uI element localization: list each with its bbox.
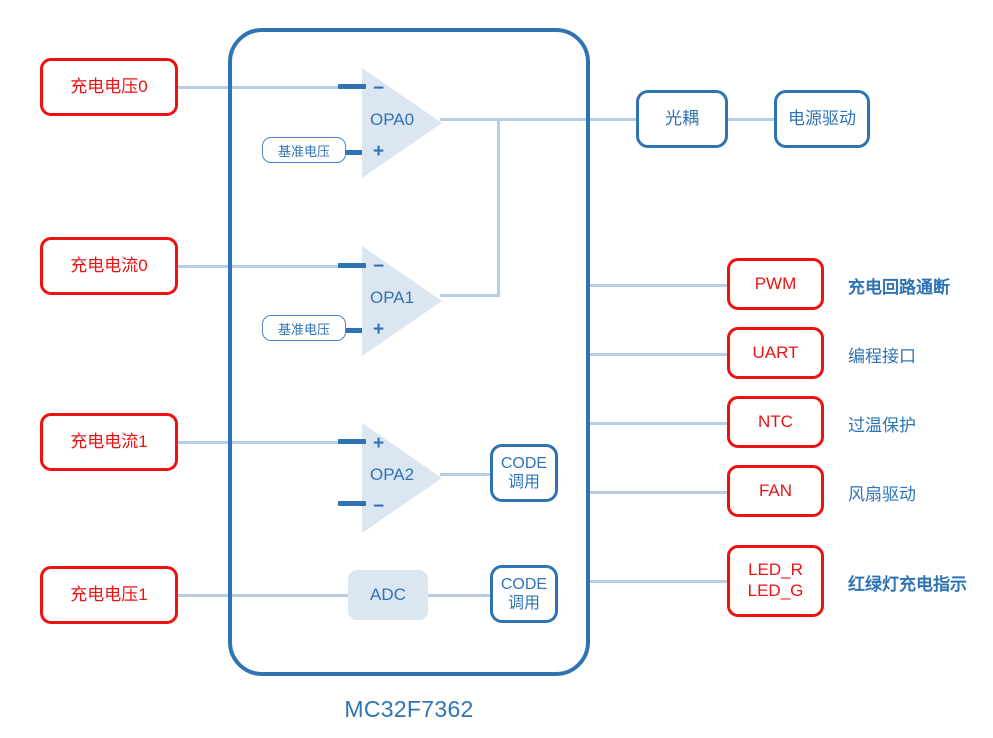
peripheral-box-ntc[interactable]: NTC	[727, 396, 824, 448]
diagram-canvas: MC32F7362 充电电压0 充电电流0 充电电流1 充电电压1 基准电压 基…	[0, 0, 993, 738]
code-call-box-adc: CODE 调用	[490, 565, 558, 623]
code-call-line1: CODE	[500, 575, 548, 593]
reference-voltage-pill-1: 基准电压	[262, 315, 346, 341]
opamp-opa2: + OPA2 −	[362, 423, 442, 533]
wire-chip-to-ntc	[588, 422, 728, 425]
input-box-charge-voltage-1[interactable]: 充电电压1	[40, 566, 178, 624]
chip-title: MC32F7362	[344, 696, 474, 722]
wire-chip-to-led	[588, 580, 728, 583]
peripheral-box-fan[interactable]: FAN	[727, 465, 824, 517]
block-optocoupler: 光耦	[636, 90, 728, 148]
code-call-line2: 调用	[507, 474, 540, 491]
wire-chip-to-fan	[588, 491, 728, 494]
reference-voltage-label: 基准电压	[277, 321, 330, 337]
opa1-minus-pin	[338, 263, 366, 268]
reference-voltage-pill-0: 基准电压	[262, 137, 346, 163]
peripheral-desc-uart: 编程接口	[848, 347, 916, 366]
wire-optocoupler-to-powerdriver	[728, 118, 774, 121]
peripheral-desc-pwm: 充电回路通断	[848, 278, 950, 297]
peripheral-label: PWM	[754, 273, 797, 293]
wire-chip-to-pwm	[588, 284, 728, 287]
input-box-charge-current-1[interactable]: 充电电流1	[40, 413, 178, 471]
code-call-box-opa2: CODE 调用	[490, 444, 558, 502]
input-box-charge-current-0[interactable]: 充电电流0	[40, 237, 178, 295]
opamp-opa0: − OPA0 +	[362, 68, 442, 178]
opamp-inverting-sign: −	[373, 256, 385, 277]
optocoupler-label: 光耦	[665, 108, 699, 128]
wire-chip-to-uart	[588, 353, 728, 356]
opamp-inverting-sign: −	[373, 496, 385, 517]
peripheral-box-pwm[interactable]: PWM	[727, 258, 824, 310]
reference-voltage-label: 基准电压	[277, 143, 330, 159]
input-box-charge-voltage-0[interactable]: 充电电压0	[40, 58, 178, 116]
peripheral-label: FAN	[758, 480, 793, 500]
input-label: 充电电压0	[70, 76, 148, 96]
input-label: 充电电压1	[70, 584, 148, 604]
peripheral-box-uart[interactable]: UART	[727, 327, 824, 379]
opamp-label: OPA0	[370, 110, 415, 129]
peripheral-desc-ntc: 过温保护	[848, 416, 916, 435]
input-label: 充电电流1	[70, 431, 148, 451]
opamp-opa1: − OPA1 +	[362, 246, 442, 356]
opamp-noninverting-sign: +	[373, 433, 385, 454]
adc-block: ADC	[348, 570, 428, 620]
block-power-driver: 电源驱动	[774, 90, 870, 148]
code-call-line1: CODE	[500, 454, 548, 472]
adc-label: ADC	[370, 585, 406, 604]
peripheral-label: NTC	[758, 411, 793, 431]
input-label: 充电电流0	[70, 255, 148, 275]
peripheral-label: UART	[752, 342, 799, 362]
opa0-minus-pin	[338, 84, 366, 89]
code-call-line2: 调用	[507, 595, 540, 612]
opamp-label: OPA1	[370, 288, 415, 307]
opa2-minus-pin	[338, 501, 366, 506]
power-driver-label: 电源驱动	[788, 108, 856, 128]
peripheral-desc-fan: 风扇驱动	[848, 485, 916, 504]
peripheral-desc-led: 红绿灯充电指示	[848, 575, 967, 594]
peripheral-label-line1: LED_R	[748, 560, 803, 580]
opamp-noninverting-sign: +	[373, 141, 385, 162]
opa2-plus-pin	[338, 439, 366, 444]
opamp-inverting-sign: −	[373, 78, 385, 99]
opamp-noninverting-sign: +	[373, 319, 385, 340]
opamp-label: OPA2	[370, 465, 415, 484]
peripheral-label-line2: LED_G	[747, 581, 804, 600]
peripheral-box-led[interactable]: LED_R LED_G	[727, 545, 824, 617]
